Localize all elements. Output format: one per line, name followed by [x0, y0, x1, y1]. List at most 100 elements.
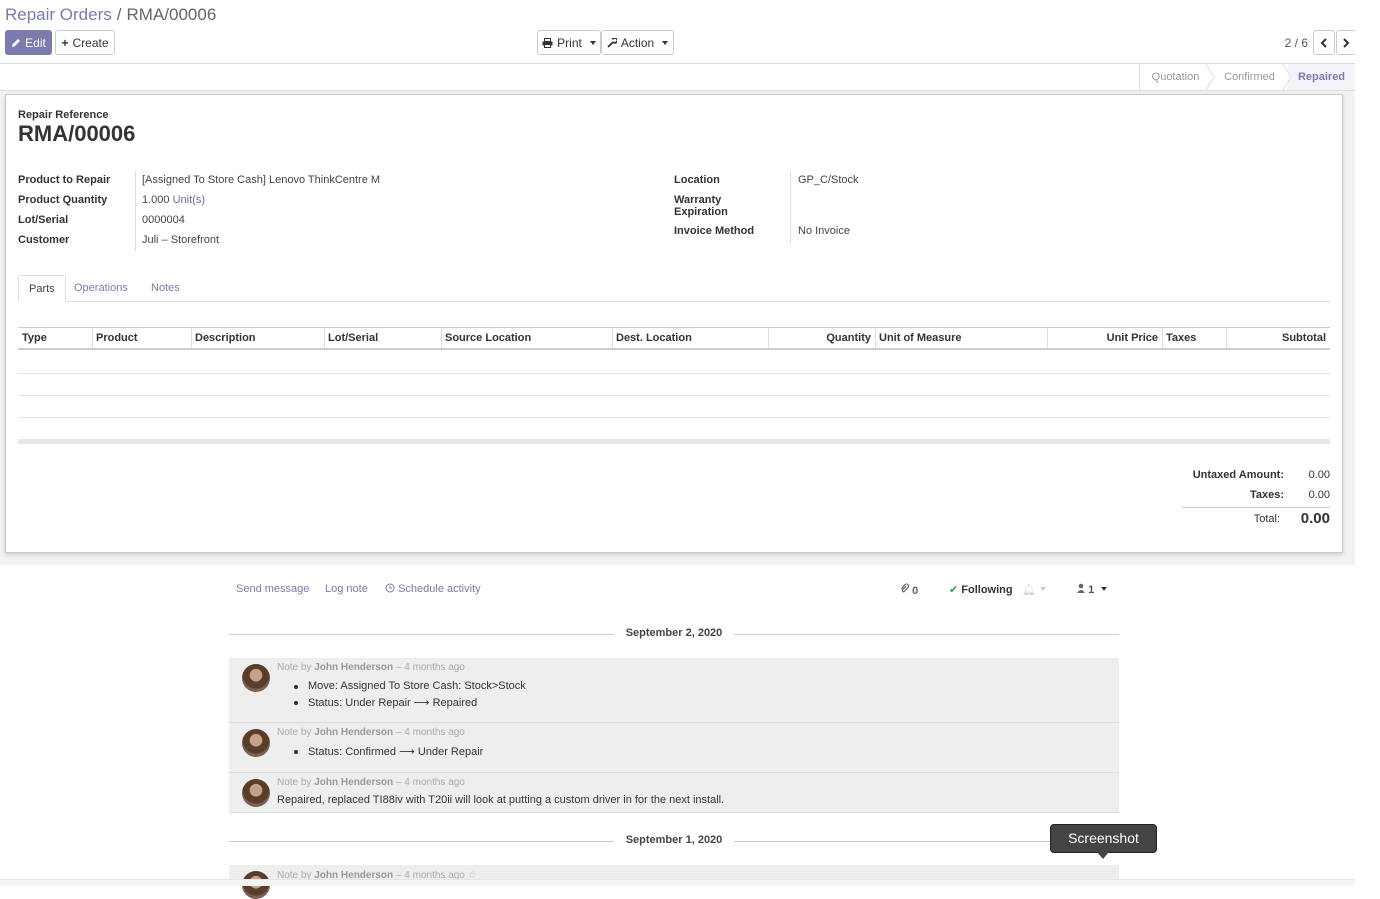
lot-serial-link[interactable]: 0000004	[142, 214, 185, 226]
table-row	[18, 373, 1330, 374]
following-button[interactable]: ✔ Following	[949, 583, 1013, 596]
avatar[interactable]	[242, 664, 270, 692]
date-separator-label: September 1, 2020	[625, 834, 723, 846]
quantity-number: 1.000	[142, 194, 170, 206]
location-link[interactable]: GP_C/Stock	[798, 174, 859, 186]
chatter-message: Note by John Henderson – 4 months ago Re…	[229, 773, 1119, 813]
window-edge	[1355, 0, 1380, 886]
column-header-taxes[interactable]: Taxes	[1162, 328, 1227, 349]
screenshot-tooltip: Screenshot	[1050, 824, 1157, 859]
field-separator	[790, 171, 791, 243]
tracking-value: Move: Assigned To Store Cash: Stock>Stoc…	[294, 680, 526, 692]
pager-next-button[interactable]	[1336, 30, 1356, 55]
message-author[interactable]: John Henderson	[314, 777, 393, 788]
breadcrumb: Repair Orders / RMA/00006	[5, 5, 216, 25]
chevron-left-icon	[1320, 37, 1327, 48]
tab-operations[interactable]: Operations	[64, 275, 138, 302]
attachments-count: 0	[912, 585, 919, 597]
message-header: Note by John Henderson – 4 months ago	[277, 727, 465, 738]
customer-link[interactable]: Juli – Storefront	[142, 234, 219, 246]
send-message-button[interactable]: Send message	[236, 583, 309, 595]
breadcrumb-parent-link[interactable]: Repair Orders	[5, 5, 112, 24]
chevron-down-icon	[1101, 587, 1108, 591]
print-button-label: Print	[557, 35, 582, 50]
message-author[interactable]: John Henderson	[314, 727, 393, 738]
stage-arrow-divider	[1282, 64, 1292, 90]
stage-arrow-divider	[1205, 64, 1215, 90]
location-label: Location	[674, 174, 720, 186]
clock-icon	[385, 583, 395, 593]
repair-reference-label: Repair Reference	[18, 109, 109, 121]
invoice-method-label: Invoice Method	[674, 225, 755, 237]
create-button-label: Create	[72, 35, 109, 50]
column-header-type[interactable]: Type	[18, 328, 93, 349]
column-header-source-location[interactable]: Source Location	[441, 328, 613, 349]
tab-parts[interactable]: Parts	[18, 275, 66, 302]
column-header-subtotal[interactable]: Subtotal	[1226, 328, 1330, 349]
column-header-description[interactable]: Description	[191, 328, 325, 349]
breadcrumb-separator: /	[116, 5, 122, 24]
table-footer	[18, 439, 1330, 444]
edit-button[interactable]: Edit	[5, 30, 52, 55]
chatter-message: Note by John Henderson – 4 months ago Mo…	[229, 658, 1119, 723]
statusbar: Quotation Confirmed Repaired	[0, 63, 1355, 91]
bottom-bar	[0, 879, 1355, 886]
printer-icon	[542, 37, 553, 48]
print-button[interactable]: Print	[537, 30, 601, 55]
tracking-value: Status: Confirmed ⟶ Under Repair	[293, 746, 484, 758]
schedule-activity-button[interactable]: Schedule activity	[385, 583, 481, 595]
message-author[interactable]: John Henderson	[314, 662, 393, 673]
chevron-down-icon	[662, 40, 669, 45]
field-separator	[135, 171, 136, 251]
column-header-product[interactable]: Product	[92, 328, 192, 349]
product-to-repair-link[interactable]: [Assigned To Store Cash] Lenovo ThinkCen…	[142, 174, 380, 186]
stage-confirmed[interactable]: Confirmed	[1211, 64, 1288, 90]
column-header-quantity[interactable]: Quantity	[768, 328, 876, 349]
table-row	[18, 395, 1330, 396]
bell-icon[interactable]: 🔔︎	[1022, 583, 1046, 596]
form-sheet	[5, 94, 1343, 553]
breadcrumb-current: RMA/00006	[126, 5, 217, 24]
create-button[interactable]: + Create	[55, 30, 115, 55]
date-separator-label: September 2, 2020	[625, 627, 723, 639]
tracking-value: Status: Under Repair ⟶ Repaired	[293, 697, 478, 709]
pencil-icon	[12, 38, 21, 47]
pager-previous-button[interactable]	[1313, 30, 1335, 55]
column-header-unit-of-measure[interactable]: Unit of Measure	[875, 328, 1048, 349]
followers-button[interactable]: 1	[1077, 583, 1108, 596]
check-icon: ✔	[949, 584, 959, 596]
paperclip-icon	[900, 583, 910, 593]
column-header-unit-price[interactable]: Unit Price	[1047, 328, 1163, 349]
avatar[interactable]	[242, 729, 270, 757]
product-quantity-label: Product Quantity	[18, 194, 108, 206]
column-header-lot-serial[interactable]: Lot/Serial	[324, 328, 442, 349]
message-body: Repaired, replaced TI88iv with T20ii wil…	[277, 794, 725, 806]
repair-reference-value: RMA/00006	[18, 121, 136, 146]
warranty-expiration-label: Warranty Expiration	[674, 194, 728, 218]
plus-icon: +	[61, 35, 69, 50]
column-header-dest-location[interactable]: Dest. Location	[612, 328, 769, 349]
action-button[interactable]: Action	[601, 30, 674, 55]
avatar[interactable]	[242, 779, 270, 807]
tab-notes[interactable]: Notes	[141, 275, 190, 302]
user-icon	[1077, 583, 1085, 593]
chatter-message: Note by John Henderson – 4 months ago St…	[229, 723, 1119, 773]
uom-link[interactable]: Unit(s)	[173, 194, 205, 206]
edit-button-label: Edit	[25, 35, 46, 50]
message-header: Note by John Henderson – 4 months ago	[277, 777, 465, 788]
action-button-label: Action	[620, 35, 655, 50]
log-note-button[interactable]: Log note	[325, 583, 368, 595]
total-label: Total:	[1253, 513, 1280, 525]
product-quantity-value: 1.000 Unit(s)	[142, 194, 205, 206]
date-separator: September 2, 2020	[229, 627, 1119, 641]
stage-quotation[interactable]: Quotation	[1139, 64, 1211, 90]
stage-repaired[interactable]: Repaired	[1288, 64, 1355, 90]
lot-serial-label: Lot/Serial	[18, 214, 69, 226]
message-header: Note by John Henderson – 4 months ago	[277, 662, 465, 673]
pager-value: 2 / 6	[1284, 36, 1308, 50]
taxes-value: 0.00	[1308, 489, 1330, 501]
product-to-repair-label: Product to Repair	[18, 174, 111, 186]
attachments-button[interactable]: 0	[900, 583, 918, 597]
invoice-method-value: No Invoice	[798, 225, 850, 237]
chevron-right-icon	[1343, 37, 1350, 48]
